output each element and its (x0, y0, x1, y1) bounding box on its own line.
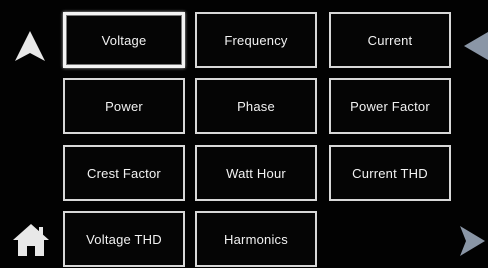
menu-tile-frequency[interactable]: Frequency (195, 12, 317, 68)
back-button[interactable] (462, 30, 488, 62)
arrow-up-icon (12, 28, 48, 64)
menu-tile-label: Voltage (101, 32, 147, 48)
next-page-button[interactable] (458, 224, 486, 258)
home-button[interactable] (12, 222, 50, 258)
menu-tile-label: Current THD (352, 165, 428, 181)
menu-tile-label: Voltage THD (86, 231, 162, 247)
scroll-up-button[interactable] (12, 28, 48, 64)
menu-tile-power[interactable]: Power (63, 78, 185, 134)
menu-tile-label: Phase (237, 98, 275, 114)
menu-tile-phase[interactable]: Phase (195, 78, 317, 134)
home-icon (12, 222, 50, 258)
menu-tile-harmonics[interactable]: Harmonics (195, 211, 317, 267)
menu-tile-power-factor[interactable]: Power Factor (329, 78, 451, 134)
menu-tile-current-thd[interactable]: Current THD (329, 145, 451, 201)
menu-tile-voltage-thd[interactable]: Voltage THD (63, 211, 185, 267)
menu-tile-current[interactable]: Current (329, 12, 451, 68)
menu-tile-label: Watt Hour (226, 165, 286, 181)
menu-tile-label: Frequency (224, 32, 288, 48)
arrow-right-icon (458, 224, 486, 258)
menu-tile-label: Power Factor (350, 98, 430, 114)
menu-tile-label: Harmonics (224, 231, 288, 247)
menu-tile-crest-factor[interactable]: Crest Factor (63, 145, 185, 201)
menu-tile-label: Power (105, 98, 143, 114)
arrow-left-icon (462, 30, 488, 62)
menu-tile-label: Crest Factor (87, 165, 161, 181)
menu-tile-watt-hour[interactable]: Watt Hour (195, 145, 317, 201)
menu-screen: Voltage Frequency Current Power Phase Po… (0, 0, 488, 268)
menu-tile-voltage[interactable]: Voltage (63, 12, 185, 68)
menu-tile-label: Current (367, 32, 413, 48)
